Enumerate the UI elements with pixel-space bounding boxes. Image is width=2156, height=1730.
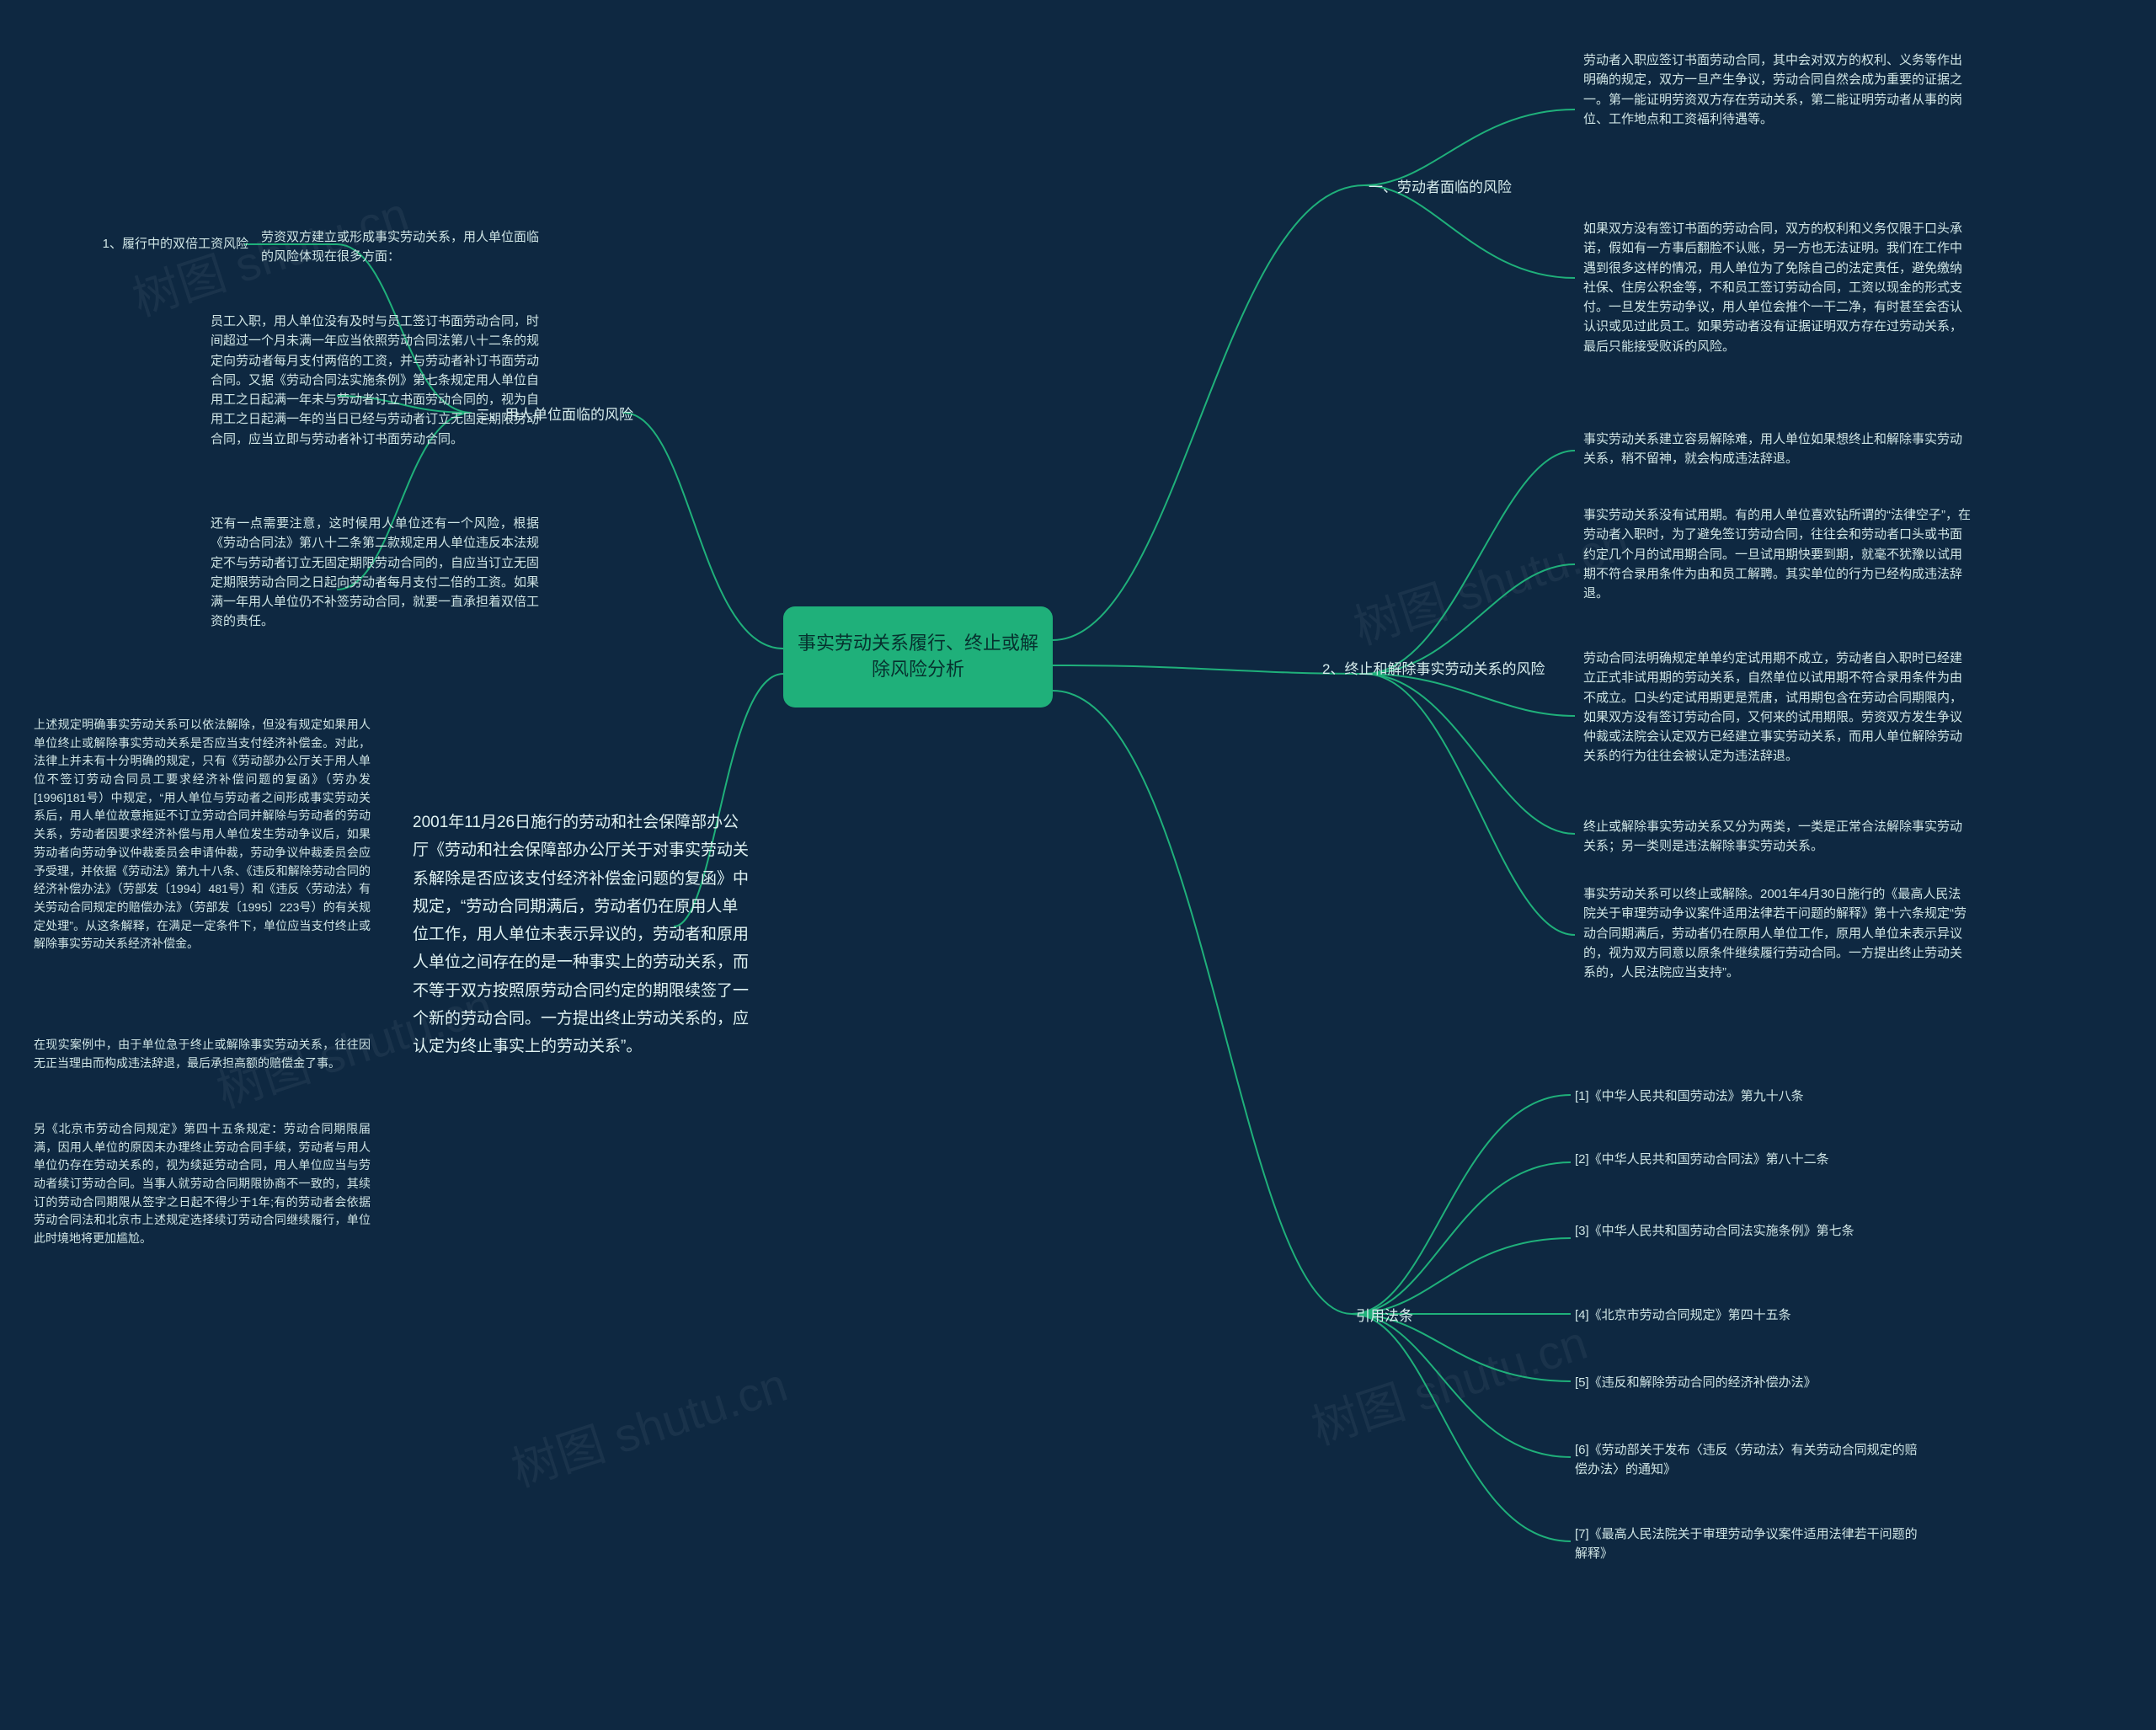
sub-double-wage-risk[interactable]: 1、履行中的双倍工资风险 [55,234,248,254]
ref-item-6: [6]《劳动部关于发布〈违反〈劳动法〉有关劳动合同规定的赔偿办法〉的通知》 [1575,1440,1929,1480]
b3-s1: 劳资双方建立或形成事实劳动关系，用人单位面临的风险体现在很多方面： [261,227,539,267]
b2-p2: 事实劳动关系没有试用期。有的用人单位喜欢钻所谓的“法律空子”，在劳动者入职时，为… [1583,505,1971,603]
watermark: 树图 shutu.cn [1302,1306,1595,1459]
col-p2: 在现实案例中，由于单位急于终止或解除事实劳动关系，往往因无正当理由而构成违法辞退… [34,1036,371,1072]
branch-title-references[interactable]: 引用法条 [1356,1304,1413,1325]
b1-p1: 劳动者入职应签订书面劳动合同，其中会对双方的权利、义务等作出明确的规定，双方一旦… [1583,51,1971,129]
b2-p4: 终止或解除事实劳动关系又分为两类，一类是正常合法解除事实劳动关系；另一类则是违法… [1583,817,1971,857]
b3-p2: 员工入职，用人单位没有及时与员工签订书面劳动合同，时间超过一个月未满一年应当依照… [211,312,539,449]
ref-item-4: [4]《北京市劳动合同规定》第四十五条 [1575,1306,1929,1325]
root-title: 事实劳动关系履行、终止或解除风险分析 [792,631,1044,683]
branch-title-workers-risk[interactable]: 一、劳动者面临的风险 [1369,175,1512,196]
big-quote: 2001年11月26日施行的劳动和社会保障部办公厅《劳动和社会保障部办公厅关于对… [413,809,750,1060]
ref-item-5: [5]《违反和解除劳动合同的经济补偿办法》 [1575,1373,1929,1392]
ref-item-1: [1]《中华人民共和国劳动法》第九十八条 [1575,1087,1929,1106]
b2-p3: 劳动合同法明确规定单单约定试用期不成立，劳动者自入职时已经建立正式非试用期的劳动… [1583,649,1971,766]
b3-p3: 还有一点需要注意，这时候用人单位还有一个风险，根据《劳动合同法》第八十二条第二款… [211,514,539,632]
ref-item-2: [2]《中华人民共和国劳动合同法》第八十二条 [1575,1150,1929,1169]
ref-item-3: [3]《中华人民共和国劳动合同法实施条例》第七条 [1575,1221,1929,1241]
col-p1: 上述规定明确事实劳动关系可以依法解除，但没有规定如果用人单位终止或解除事实劳动关… [34,716,371,953]
ref-item-7: [7]《最高人民法院关于审理劳动争议案件适用法律若干问题的解释》 [1575,1524,1929,1564]
branch-title-terminate-risk[interactable]: 2、终止和解除事实劳动关系的风险 [1322,657,1558,678]
watermark: 树图 shutu.cn [502,1348,795,1501]
b1-p2: 如果双方没有签订书面的劳动合同，双方的权利和义务仅限于口头承诺，假如有一方事后翻… [1583,219,1971,356]
b2-p5: 事实劳动关系可以终止或解除。2001年4月30日施行的《最高人民法院关于审理劳动… [1583,884,1971,982]
mindmap-canvas: { "center": "事实劳动关系履行、终止或解除风险分析", "water… [0,0,2156,1730]
col-p3: 另《北京市劳动合同规定》第四十五条规定：劳动合同期限届满，因用人单位的原因未办理… [34,1120,371,1248]
b2-p1: 事实劳动关系建立容易解除难，用人单位如果想终止和解除事实劳动关系，稍不留神，就会… [1583,430,1971,469]
root-node[interactable]: 事实劳动关系履行、终止或解除风险分析 [783,606,1053,707]
